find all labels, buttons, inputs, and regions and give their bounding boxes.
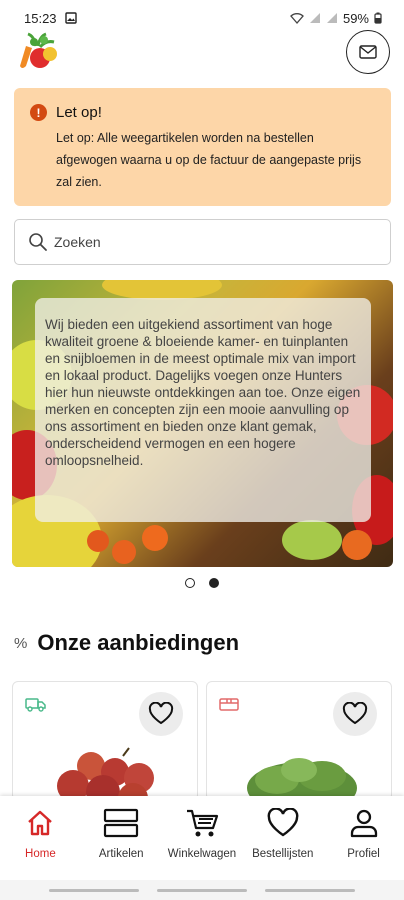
gesture-handle[interactable] (265, 888, 355, 892)
nav-cart-label: Winkelwagen (167, 848, 237, 860)
search-icon (29, 233, 47, 251)
alert-text: Let op: Alle weegartikelen worden na bes… (56, 131, 362, 189)
vegetables-logo[interactable] (16, 32, 60, 72)
status-bar: 15:23 59% (0, 0, 404, 36)
delivery-truck-icon (25, 698, 46, 712)
battery-text: 59% (342, 10, 369, 26)
nav-articles-label: Artikelen (98, 848, 144, 860)
notice-alert: ! Let op! Let op: Alle weegartikelen wor… (14, 88, 391, 206)
status-time: 15:23 (24, 10, 57, 26)
nav-orderlists-label: Bestellijsten (252, 848, 314, 860)
gesture-handle[interactable] (157, 888, 247, 892)
profile-icon (350, 809, 377, 838)
bottom-navigation: Home Artikelen Winkelwagen Bestellijsten… (0, 796, 404, 880)
product-card[interactable] (206, 681, 392, 801)
offers-section-header: % Onze aanbiedingen (14, 630, 239, 656)
nav-cart[interactable]: Winkelwagen (162, 808, 242, 880)
search-input[interactable] (54, 234, 354, 250)
signal-icon (326, 13, 337, 23)
section-title: Onze aanbiedingen (37, 630, 240, 655)
gallery-icon (64, 12, 77, 24)
slide-text: Wij bieden een uitgekiend assortiment va… (45, 317, 361, 468)
signal-icon (309, 13, 320, 23)
cart-icon (186, 809, 219, 837)
app-header (0, 30, 404, 92)
home-icon (28, 810, 53, 836)
favorite-button[interactable] (139, 692, 183, 736)
nav-home-label: Home (25, 848, 56, 860)
slide-text-card: Wij bieden een uitgekiend assortiment va… (35, 298, 371, 522)
fruit-illustration (282, 520, 342, 560)
wifi-icon (290, 13, 304, 24)
favorite-button[interactable] (333, 692, 377, 736)
alert-title: Let op! (56, 104, 102, 121)
fruit-illustration (342, 530, 372, 560)
nav-profile[interactable]: Profiel (324, 808, 404, 880)
box-icon (219, 698, 239, 711)
heart-icon (148, 702, 174, 725)
promo-carousel[interactable]: Wij bieden een uitgekiend assortiment va… (12, 280, 393, 567)
fruit-illustration (142, 525, 168, 551)
percent-icon: % (14, 634, 28, 652)
carousel-dot-active[interactable] (209, 578, 219, 588)
nav-articles[interactable]: Artikelen (81, 808, 161, 880)
carousel-dots (0, 578, 404, 588)
nav-home[interactable]: Home (0, 808, 80, 880)
fruit-illustration (112, 540, 136, 564)
nav-profile-label: Profiel (347, 848, 380, 860)
battery-icon (374, 12, 382, 24)
app-screen: 15:23 59% ! Let op! Let op: Alle weegart… (0, 0, 404, 900)
nav-orderlists[interactable]: Bestellijsten (243, 808, 323, 880)
product-card[interactable] (12, 681, 198, 801)
system-gesture-bar (0, 880, 404, 900)
carousel-dot[interactable] (185, 578, 195, 588)
fruit-illustration (102, 280, 222, 300)
warning-icon: ! (30, 104, 47, 121)
search-field[interactable] (14, 219, 391, 265)
messages-button[interactable] (346, 30, 390, 74)
articles-icon (104, 808, 139, 838)
fruit-illustration (87, 530, 109, 552)
apples-product-image (57, 747, 154, 800)
herbs-product-image (247, 758, 357, 800)
mail-icon (359, 45, 377, 59)
heart-icon (267, 808, 299, 837)
gesture-handle[interactable] (49, 888, 139, 892)
heart-icon (342, 702, 368, 725)
